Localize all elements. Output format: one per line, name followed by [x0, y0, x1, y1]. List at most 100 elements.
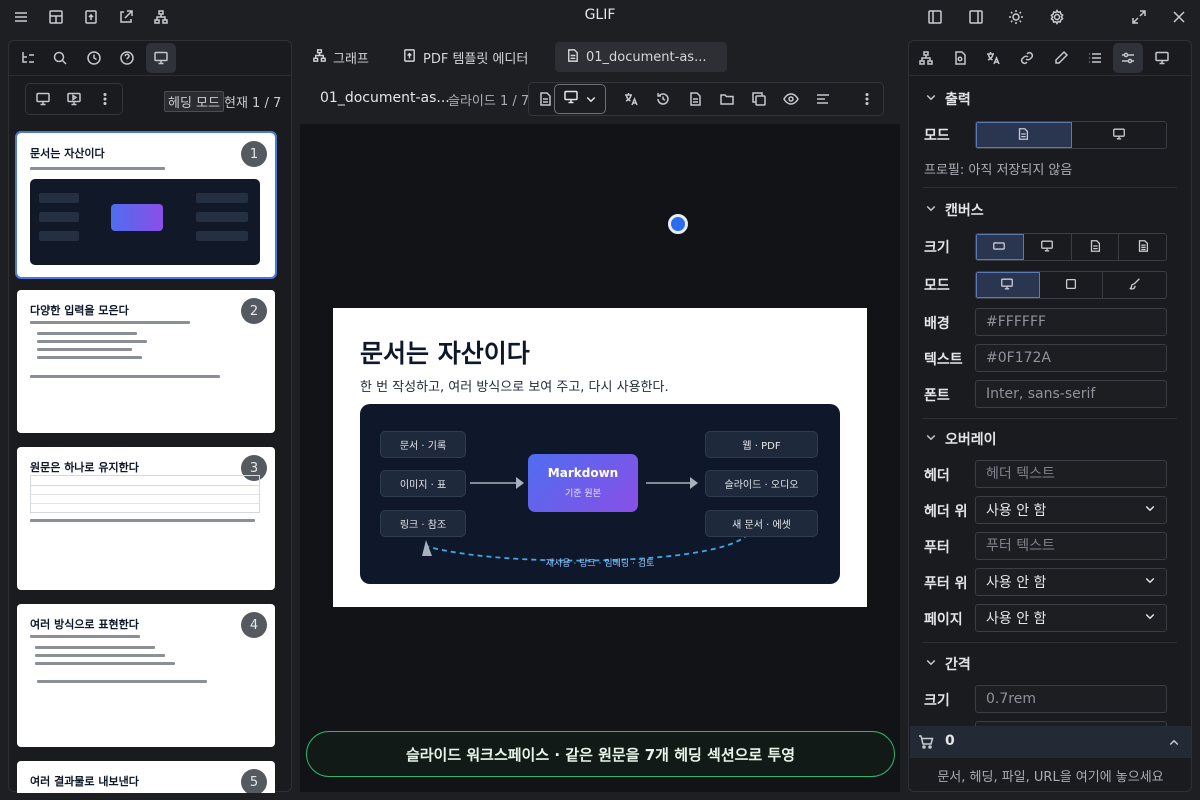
- preview-eye-icon[interactable]: [776, 84, 806, 114]
- loop-label: 재사용 · 링크 · 임베딩 · 검토: [545, 559, 655, 569]
- document-icon: [565, 48, 580, 67]
- slide-thumb-5[interactable]: 여러 결과물로 내보낸다 5: [17, 761, 275, 793]
- workspace-banner: 슬라이드 워크스페이스 · 같은 원문을 7개 헤딩 섹션으로 투영: [306, 731, 895, 777]
- background-label: 배경: [924, 316, 950, 332]
- cart-icon: [918, 734, 934, 754]
- right-sidebar-toggle-icon[interactable]: [965, 6, 987, 28]
- size-wide-option[interactable]: [976, 234, 1024, 260]
- presentation-icon[interactable]: [146, 43, 176, 73]
- thumb-title: 원문은 하나로 유지한다: [30, 461, 139, 474]
- layout-icon[interactable]: [45, 6, 67, 28]
- slide-thumb-4[interactable]: 여러 방식으로 표현한다 4: [17, 604, 275, 747]
- tab-graph[interactable]: 그래프: [302, 42, 379, 72]
- editor-toolbar: 01_document-as... 슬라이드 1 / 7: [300, 80, 900, 118]
- size-a4-option[interactable]: [1072, 234, 1120, 260]
- chevron-up-icon[interactable]: [1168, 734, 1180, 753]
- folder-icon[interactable]: [712, 84, 742, 114]
- cursor-indicator: [668, 214, 688, 234]
- document-mode-option[interactable]: [976, 122, 1072, 148]
- file-upload-icon: [402, 48, 417, 67]
- section-overlay[interactable]: 오버레이: [925, 429, 997, 449]
- sitemap-icon[interactable]: [150, 6, 172, 28]
- mode-screen-option[interactable]: [976, 272, 1040, 298]
- tab-label: 그래프: [333, 51, 369, 67]
- slide-thumb-3[interactable]: 원문은 하나로 유지한다 3: [17, 447, 275, 590]
- output-mode-toggle: [975, 121, 1167, 149]
- settings-gear-icon[interactable]: [1046, 6, 1068, 28]
- translate-icon[interactable]: [616, 84, 646, 114]
- slide-mode-option[interactable]: [1072, 122, 1167, 148]
- slide-view-icon[interactable]: [28, 84, 58, 114]
- presentation-icon[interactable]: [1147, 43, 1177, 73]
- tab-label: 01_document-as...: [586, 49, 707, 65]
- edit-icon[interactable]: [1046, 43, 1076, 73]
- spacing-size-input[interactable]: 0.7rem: [975, 685, 1167, 713]
- section-output[interactable]: 출력: [925, 89, 971, 109]
- slide-view-dropdown[interactable]: [554, 84, 606, 114]
- link-icon[interactable]: [1012, 43, 1042, 73]
- more-options-icon[interactable]: [90, 84, 120, 114]
- drop-zone[interactable]: 문서, 헤딩, 파일, URL을 여기에 놓으세요: [910, 759, 1191, 791]
- page-lines-icon: [1136, 238, 1150, 257]
- size-letter-option[interactable]: [1119, 234, 1166, 260]
- translate-icon[interactable]: [978, 43, 1008, 73]
- history-clock-icon[interactable]: [79, 43, 109, 73]
- more-options-icon[interactable]: [852, 84, 882, 114]
- slide-subtitle: 한 번 작성하고, 여러 방식으로 보여 주고, 다시 사용한다.: [360, 380, 669, 395]
- align-left-icon[interactable]: [808, 84, 838, 114]
- history-icon[interactable]: [648, 84, 678, 114]
- section-spacing[interactable]: 간격: [925, 654, 971, 674]
- copy-icon[interactable]: [744, 84, 774, 114]
- graph-icon[interactable]: [911, 43, 941, 73]
- footer-position-label: 푸터 위치: [924, 576, 966, 592]
- chevron-down-icon: [1144, 574, 1156, 590]
- theme-sun-icon[interactable]: [1005, 6, 1027, 28]
- header-text-input[interactable]: [975, 460, 1167, 488]
- section-canvas[interactable]: 캔버스: [925, 200, 984, 220]
- heading-mode-badge: 헤딩 모드: [164, 91, 224, 112]
- play-slideshow-icon[interactable]: [59, 84, 89, 114]
- file-search-icon[interactable]: [945, 43, 975, 73]
- maximize-icon[interactable]: [1128, 6, 1150, 28]
- slide-preview[interactable]: 문서는 자산이다 한 번 작성하고, 여러 방식으로 보여 주고, 다시 사용한…: [333, 308, 867, 607]
- mode-square-option[interactable]: [1040, 272, 1104, 298]
- header-label: 헤더: [924, 468, 950, 484]
- file-text-icon[interactable]: [680, 84, 710, 114]
- header-position-select[interactable]: 사용 안 함: [975, 496, 1167, 524]
- font-input[interactable]: Inter, sans-serif: [975, 380, 1167, 408]
- properties-panel: 출력 모드 프로필: 아직 저장되지 않음 캔버스 크기 모드 배경 #FFFF…: [908, 40, 1192, 792]
- size-monitor-option[interactable]: [1024, 234, 1072, 260]
- header-text-field[interactable]: [986, 466, 1156, 482]
- page-indicator: 현재 1 / 7: [224, 96, 282, 111]
- page-number-label: 페이지 번호: [924, 612, 966, 628]
- sliders-icon[interactable]: [1113, 43, 1143, 73]
- close-icon[interactable]: [1168, 6, 1190, 28]
- output-node: 새 문서 · 에셋: [705, 510, 818, 537]
- header-position-label: 헤더 위치: [924, 504, 966, 520]
- background-color-input[interactable]: #FFFFFF: [975, 308, 1167, 336]
- tab-pdf-template-editor[interactable]: PDF 템플릿 에디터: [392, 42, 538, 72]
- page-number-select[interactable]: 사용 안 함: [975, 604, 1167, 632]
- chevron-down-icon: [925, 656, 937, 672]
- markdown-node: Markdown 기준 원본: [528, 454, 638, 512]
- upload-file-icon[interactable]: [80, 6, 102, 28]
- footer-text-field[interactable]: [986, 538, 1156, 554]
- page-icon: [1088, 238, 1102, 257]
- search-icon[interactable]: [45, 43, 75, 73]
- text-color-label: 텍스트: [924, 352, 963, 368]
- slide-thumb-1[interactable]: 문서는 자산이다 1: [15, 131, 277, 279]
- mode-brush-option[interactable]: [1103, 272, 1166, 298]
- list-icon[interactable]: [1080, 43, 1110, 73]
- menu-icon[interactable]: [10, 6, 32, 28]
- tab-document[interactable]: 01_document-as...: [555, 42, 727, 72]
- slide-thumb-2[interactable]: 다양한 입력을 모은다 2: [17, 290, 275, 433]
- cart-bar[interactable]: 0: [910, 726, 1191, 758]
- tree-icon[interactable]: [13, 43, 43, 73]
- left-sidebar-toggle-icon[interactable]: [924, 6, 946, 28]
- text-color-input[interactable]: #0F172A: [975, 344, 1167, 372]
- export-icon[interactable]: [115, 6, 137, 28]
- footer-text-input[interactable]: [975, 532, 1167, 560]
- help-icon[interactable]: [112, 43, 142, 73]
- footer-position-select[interactable]: 사용 안 함: [975, 568, 1167, 596]
- footer-label: 푸터: [924, 540, 950, 556]
